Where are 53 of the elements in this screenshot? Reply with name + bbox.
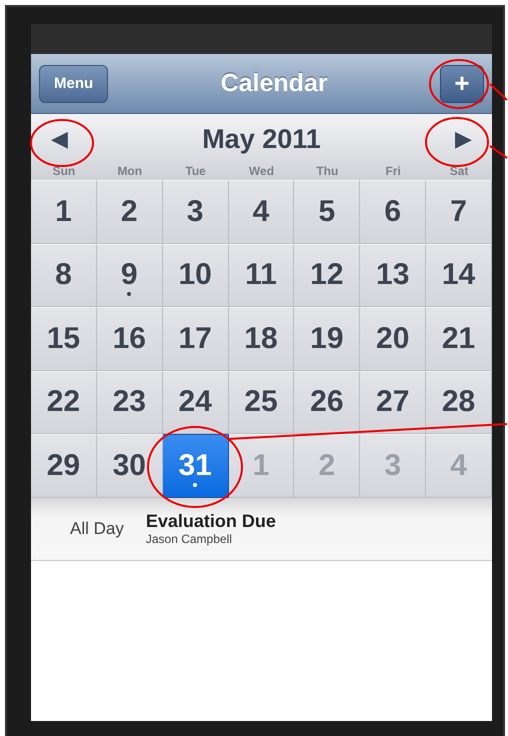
day-cell[interactable]: 18: [228, 307, 294, 370]
day-cell[interactable]: 13: [360, 244, 426, 307]
day-cell[interactable]: 17: [162, 307, 229, 370]
day-cell[interactable]: 30: [96, 434, 163, 498]
day-cell[interactable]: 11: [228, 244, 294, 307]
day-cell[interactable]: 19: [294, 307, 360, 370]
annotation-circle: [425, 117, 489, 167]
next-month-button[interactable]: ▶: [446, 126, 480, 152]
month-title: May 2011: [202, 124, 321, 154]
day-cell[interactable]: 23: [96, 370, 163, 434]
day-cell[interactable]: 3: [162, 180, 229, 244]
day-cell[interactable]: 29: [31, 434, 97, 498]
day-cell[interactable]: 25: [228, 370, 294, 434]
weekday-label: Sat: [448, 164, 470, 178]
day-cell[interactable]: 31: [162, 434, 229, 498]
leader-line: [489, 145, 508, 159]
weekday-label: Thu: [315, 164, 340, 178]
day-cell[interactable]: 7: [426, 180, 492, 244]
day-cell[interactable]: 5: [294, 180, 360, 244]
day-cell[interactable]: 8: [31, 244, 97, 307]
day-cell[interactable]: 15: [31, 307, 97, 370]
weekday-label: Mon: [116, 164, 144, 178]
weekday-label: Tue: [184, 164, 207, 178]
day-cell[interactable]: 1: [31, 180, 97, 244]
day-cell[interactable]: 20: [360, 307, 426, 370]
day-cell[interactable]: 4: [228, 180, 294, 244]
day-cell[interactable]: 14: [426, 244, 492, 307]
event-row[interactable]: All Day Evaluation Due Jason Campbell: [31, 498, 492, 560]
add-button[interactable]: +: [440, 64, 484, 102]
day-cell[interactable]: 6: [360, 180, 426, 244]
day-cell[interactable]: 27: [360, 370, 426, 434]
event-time: All Day: [70, 518, 124, 538]
day-cell[interactable]: 10: [162, 244, 229, 307]
weekday-label: Sun: [52, 164, 76, 178]
event-person: Jason Campbell: [146, 532, 233, 546]
menu-button[interactable]: Menu: [39, 64, 108, 102]
day-cell[interactable]: 12: [294, 244, 360, 307]
nav-title: Calendar: [220, 69, 328, 98]
day-cell[interactable]: 16: [96, 307, 163, 370]
leader-line: [489, 83, 508, 101]
event-title: Evaluation Due: [146, 511, 276, 532]
annotation-circle: [30, 119, 94, 167]
weekday-label: Wed: [248, 164, 276, 178]
previous-month-button[interactable]: ◀: [43, 126, 76, 152]
day-cell[interactable]: 26: [294, 370, 360, 434]
weekday-label: Fri: [384, 164, 402, 178]
day-cell[interactable]: 9: [96, 244, 163, 307]
day-cell[interactable]: 2: [96, 180, 163, 244]
day-cell[interactable]: 28: [426, 370, 492, 434]
annotation-circle: [429, 59, 489, 109]
day-cell[interactable]: 22: [31, 370, 97, 434]
day-cell[interactable]: 24: [162, 370, 229, 434]
day-cell[interactable]: 21: [426, 307, 492, 370]
